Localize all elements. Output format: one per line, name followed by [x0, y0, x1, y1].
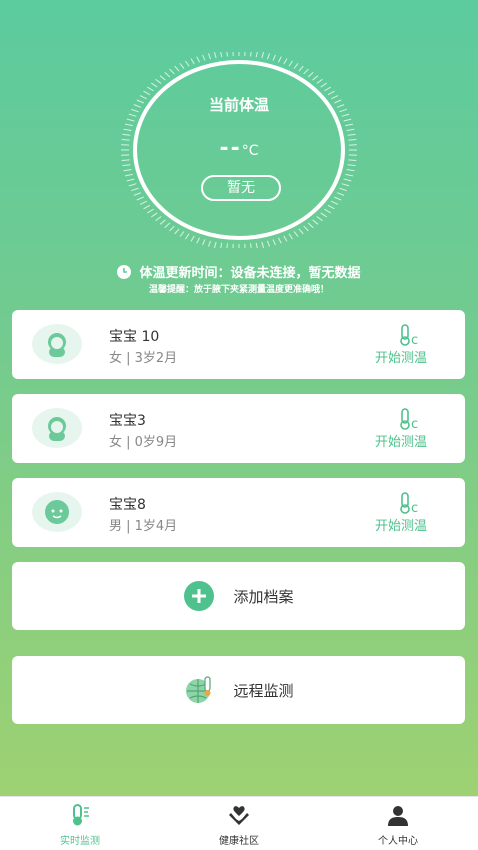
update-time-line: 体温更新时间：设备未连接，暂无数据 — [0, 262, 478, 281]
baby-info: 女 | 3岁2月 — [109, 351, 178, 366]
baby-name: 宝宝3 — [109, 413, 146, 429]
clock-icon — [117, 265, 132, 279]
start-measure-button[interactable]: 开始测温 — [375, 347, 427, 366]
svg-text:c: c — [411, 501, 418, 514]
plus-circle-icon — [183, 580, 215, 612]
tab-realtime-monitor[interactable]: 实时监测 — [0, 797, 160, 850]
girl-avatar-icon — [32, 408, 82, 448]
baby-name: 宝宝8 — [109, 497, 146, 513]
thermometer-icon: c — [397, 324, 427, 348]
baby-card[interactable]: 宝宝3 女 | 0岁9月 c 开始测温 — [12, 394, 465, 463]
add-profile-label: 添加档案 — [233, 587, 294, 606]
svg-text:c: c — [411, 417, 418, 430]
temperature-unit: °C — [241, 143, 259, 159]
thermometer-icon — [68, 803, 92, 827]
hands-heart-icon — [227, 803, 251, 827]
baby-info: 男 | 1岁4月 — [109, 519, 178, 534]
baby-card[interactable]: 宝宝8 男 | 1岁4月 c 开始测温 — [12, 478, 465, 547]
baby-card[interactable]: 宝宝 10 女 | 3岁2月 c 开始测温 — [12, 310, 465, 379]
start-measure-button[interactable]: 开始测温 — [375, 515, 427, 534]
bottom-tab-bar: 实时监测 健康社区 个人中心 — [0, 796, 478, 850]
tip-text: 温馨提醒：放于腋下夹紧测量温度更准确哦！ — [148, 285, 329, 295]
remote-monitor-label: 远程监测 — [233, 681, 294, 700]
tab-label: 实时监测 — [60, 836, 100, 847]
svg-text:c: c — [411, 333, 418, 346]
tab-label: 个人中心 — [378, 836, 418, 847]
remote-monitor-button[interactable]: 远程监测 — [12, 656, 465, 724]
globe-thermometer-icon — [183, 674, 215, 706]
boy-avatar-icon — [32, 492, 82, 532]
baby-name: 宝宝 10 — [109, 329, 160, 345]
tab-personal-center[interactable]: 个人中心 — [318, 797, 478, 850]
girl-avatar-icon — [32, 324, 82, 364]
temperature-readout: --°C — [115, 136, 363, 161]
person-icon — [386, 803, 410, 827]
update-time-text: 体温更新时间：设备未连接，暂无数据 — [139, 266, 361, 281]
gauge-title: 当前体温 — [208, 96, 269, 114]
thermometer-icon: c — [397, 492, 427, 516]
baby-info: 女 | 0岁9月 — [109, 435, 178, 450]
temperature-value: -- — [219, 136, 242, 161]
add-profile-button[interactable]: 添加档案 — [12, 562, 465, 630]
status-badge: 暂无 — [201, 175, 281, 201]
start-measure-button[interactable]: 开始测温 — [375, 431, 427, 450]
tab-health-community[interactable]: 健康社区 — [159, 797, 319, 850]
tab-label: 健康社区 — [219, 836, 259, 847]
thermometer-icon: c — [397, 408, 427, 432]
temperature-gauge: 当前体温 --°C 暂无 — [115, 52, 363, 248]
